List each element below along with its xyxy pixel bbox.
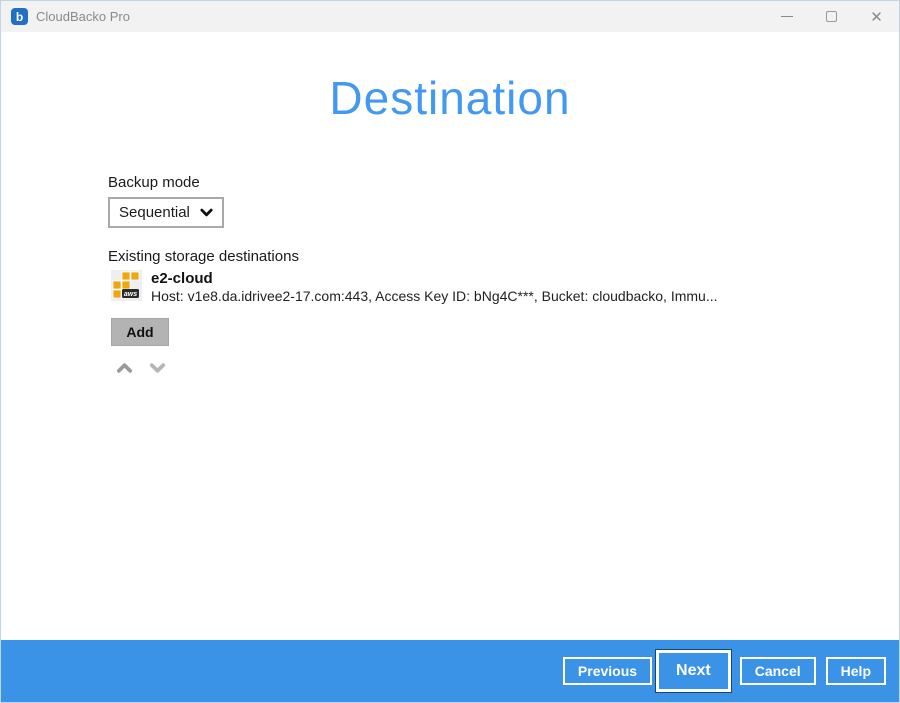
app-logo-icon: b <box>11 8 28 25</box>
window-controls: ✕ <box>764 1 899 32</box>
destinations-label: Existing storage destinations <box>108 248 299 265</box>
aws-icon: aws <box>111 270 142 301</box>
maximize-icon <box>826 11 837 22</box>
footer-bar: Previous Next Cancel Help <box>1 640 899 702</box>
close-icon: ✕ <box>870 8 883 26</box>
minimize-button[interactable] <box>764 1 809 32</box>
aws-icon-label: aws <box>124 291 137 298</box>
chevron-down-icon <box>149 361 166 375</box>
destination-item[interactable]: aws e2-cloud Host: v1e8.da.idrivee2-17.c… <box>111 270 718 305</box>
chevron-up-icon <box>116 361 133 375</box>
move-up-button[interactable] <box>113 358 135 378</box>
close-button[interactable]: ✕ <box>854 1 899 32</box>
backup-mode-select[interactable]: Sequential <box>108 197 224 228</box>
backup-mode-label: Backup mode <box>108 174 200 191</box>
titlebar: b CloudBacko Pro ✕ <box>1 1 899 32</box>
chevron-down-icon <box>199 205 214 220</box>
window-title: CloudBacko Pro <box>36 9 130 24</box>
page-title: Destination <box>1 71 899 125</box>
move-down-button[interactable] <box>146 358 168 378</box>
minimize-icon <box>781 16 793 17</box>
previous-button[interactable]: Previous <box>563 657 652 685</box>
app-window: b CloudBacko Pro ✕ Destination Backup mo… <box>0 0 900 703</box>
destination-text: e2-cloud Host: v1e8.da.idrivee2-17.com:4… <box>151 270 718 305</box>
destination-name: e2-cloud <box>151 270 718 287</box>
next-button[interactable]: Next <box>656 650 731 692</box>
help-button[interactable]: Help <box>826 657 886 685</box>
reorder-controls <box>113 358 168 378</box>
cancel-button[interactable]: Cancel <box>740 657 816 685</box>
backup-mode-value: Sequential <box>119 204 199 221</box>
add-button[interactable]: Add <box>111 318 169 346</box>
maximize-button[interactable] <box>809 1 854 32</box>
destination-details: Host: v1e8.da.idrivee2-17.com:443, Acces… <box>151 288 718 305</box>
